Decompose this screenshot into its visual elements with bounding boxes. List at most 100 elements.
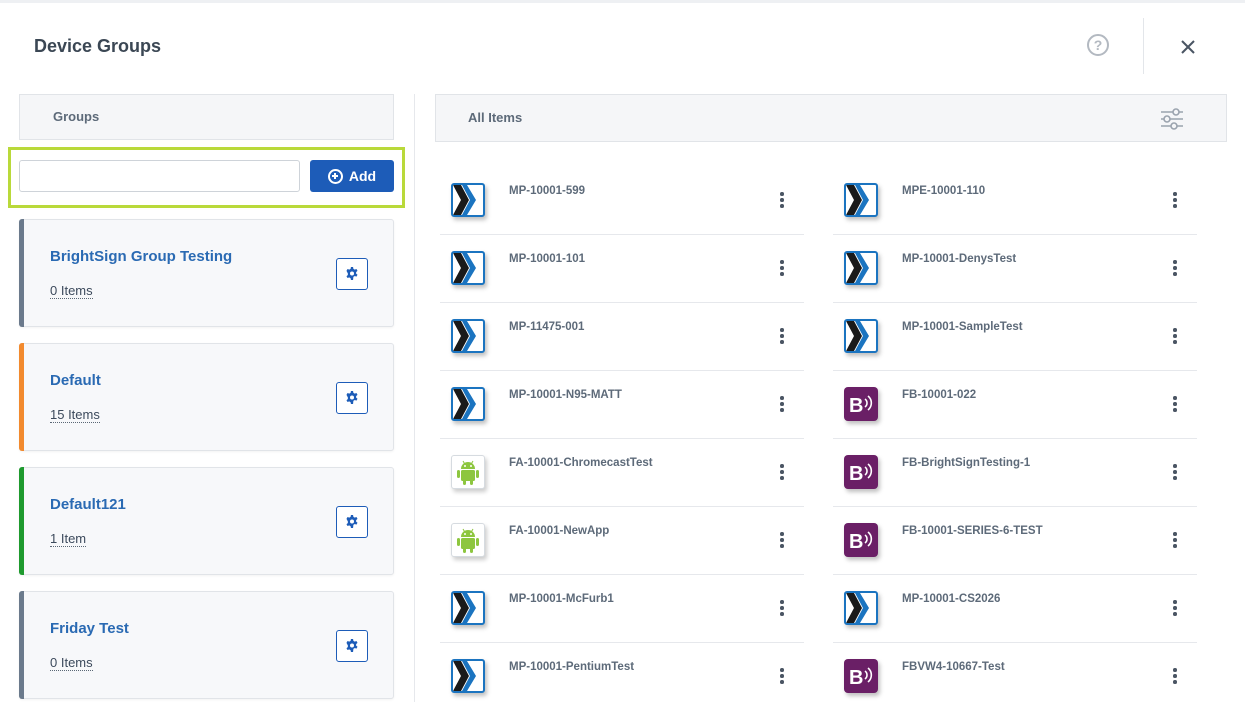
svg-text:B: B [849,531,863,553]
group-name[interactable]: Friday Test [50,620,129,637]
media-player-icon [846,185,869,215]
device-item[interactable]: B FB-10001-SERIES-6-TEST [833,507,1197,575]
more-options-icon[interactable] [1170,532,1180,550]
brightsign-icon: B [849,395,873,417]
media-player-icon [846,253,869,283]
device-name[interactable]: MP-10001-N95-MATT [509,389,622,401]
media-player-icon [453,389,476,419]
group-item-count[interactable]: 0 Items [50,283,93,299]
group-item-count[interactable]: 0 Items [50,655,93,671]
device-item[interactable]: FA-10001-NewApp [440,507,804,575]
add-group-button[interactable]: Add [310,160,394,192]
header-divider [1143,18,1144,74]
group-settings-button[interactable] [336,506,368,538]
device-name[interactable]: MP-10001-101 [509,253,585,265]
device-name[interactable]: FB-BrightSignTesting-1 [902,457,1030,469]
device-name[interactable]: MP-10001-PentiumTest [509,661,634,673]
more-options-icon[interactable] [777,328,787,346]
dialog-title: Device Groups [34,36,162,56]
device-name[interactable]: FA-10001-NewApp [509,525,609,537]
device-item[interactable]: MP-10001-N95-MATT [440,371,804,439]
device-icon [844,591,878,625]
android-icon [457,528,479,553]
more-options-icon[interactable] [777,396,787,414]
device-icon [451,523,485,557]
device-item[interactable]: MP-11475-001 [440,303,804,371]
help-circle-icon[interactable]: ? [1087,34,1109,56]
plus-circle-icon [327,168,343,184]
more-options-icon[interactable] [777,192,787,210]
device-item[interactable]: MP-10001-PentiumTest [440,643,804,702]
device-item[interactable]: MPE-10001-110 [833,167,1197,235]
more-options-icon[interactable] [1170,260,1180,278]
more-options-icon[interactable] [1170,396,1180,414]
svg-text:B: B [849,463,863,485]
device-item[interactable]: MP-10001-101 [440,235,804,303]
group-card[interactable]: BrightSign Group Testing 0 Items [19,219,394,327]
device-icon: B [844,659,878,693]
device-item[interactable]: MP-10001-SampleTest [833,303,1197,371]
more-options-icon[interactable] [777,532,787,550]
top-border [0,0,1245,3]
device-icon: B [844,387,878,421]
more-options-icon[interactable] [777,600,787,618]
more-options-icon[interactable] [777,260,787,278]
brightsign-icon: B [849,531,873,553]
device-item[interactable]: MP-10001-DenysTest [833,235,1197,303]
device-item[interactable]: FA-10001-ChromecastTest [440,439,804,507]
groups-header: Groups [19,94,394,140]
sliders-icon[interactable] [1158,105,1186,133]
group-name[interactable]: Default121 [50,496,126,513]
device-name[interactable]: FB-10001-SERIES-6-TEST [902,525,1043,537]
device-name[interactable]: MP-10001-599 [509,185,585,197]
media-player-icon [453,321,476,351]
device-icon [451,455,485,489]
device-item[interactable]: MP-10001-McFurb1 [440,575,804,643]
device-icon [451,659,485,693]
more-options-icon[interactable] [777,464,787,482]
group-name[interactable]: Default [50,372,101,389]
device-name[interactable]: MP-11475-001 [509,321,584,333]
device-item[interactable]: B FB-10001-022 [833,371,1197,439]
device-name[interactable]: MPE-10001-110 [902,185,985,197]
group-item-count[interactable]: 15 Items [50,407,100,423]
more-options-icon[interactable] [1170,600,1180,618]
group-card[interactable]: Friday Test 0 Items [19,591,394,699]
more-options-icon[interactable] [1170,328,1180,346]
device-item[interactable]: MP-10001-CS2026 [833,575,1197,643]
group-name[interactable]: BrightSign Group Testing [50,248,232,265]
group-color-stripe [19,343,24,451]
device-icon [451,183,485,217]
gear-icon [346,639,358,653]
group-card[interactable]: Default 15 Items [19,343,394,451]
device-icon [451,319,485,353]
more-options-icon[interactable] [777,668,787,686]
more-options-icon[interactable] [1170,464,1180,482]
device-item[interactable]: B FB-BrightSignTesting-1 [833,439,1197,507]
device-name[interactable]: MP-10001-McFurb1 [509,593,614,605]
device-name[interactable]: MP-10001-CS2026 [902,593,1000,605]
more-options-icon[interactable] [1170,192,1180,210]
group-settings-button[interactable] [336,630,368,662]
group-item-count[interactable]: 1 Item [50,531,87,547]
gear-icon [346,515,358,529]
device-item[interactable]: MP-10001-599 [440,167,804,235]
device-name[interactable]: FA-10001-ChromecastTest [509,457,653,469]
media-player-icon [846,321,869,351]
device-name[interactable]: FBVW4-10667-Test [902,661,1005,673]
device-icon [451,591,485,625]
media-player-icon [846,593,869,623]
device-name[interactable]: MP-10001-SampleTest [902,321,1023,333]
device-icon: B [844,523,878,557]
group-name-input[interactable] [19,160,300,192]
group-color-stripe [19,467,24,575]
group-settings-button[interactable] [336,382,368,414]
device-name[interactable]: FB-10001-022 [902,389,976,401]
group-card[interactable]: Default121 1 Item [19,467,394,575]
more-options-icon[interactable] [1170,668,1180,686]
close-icon[interactable] [1177,36,1199,58]
device-name[interactable]: MP-10001-DenysTest [902,253,1016,265]
group-color-stripe [19,219,24,327]
device-item[interactable]: B FBVW4-10667-Test [833,643,1197,702]
group-settings-button[interactable] [336,258,368,290]
